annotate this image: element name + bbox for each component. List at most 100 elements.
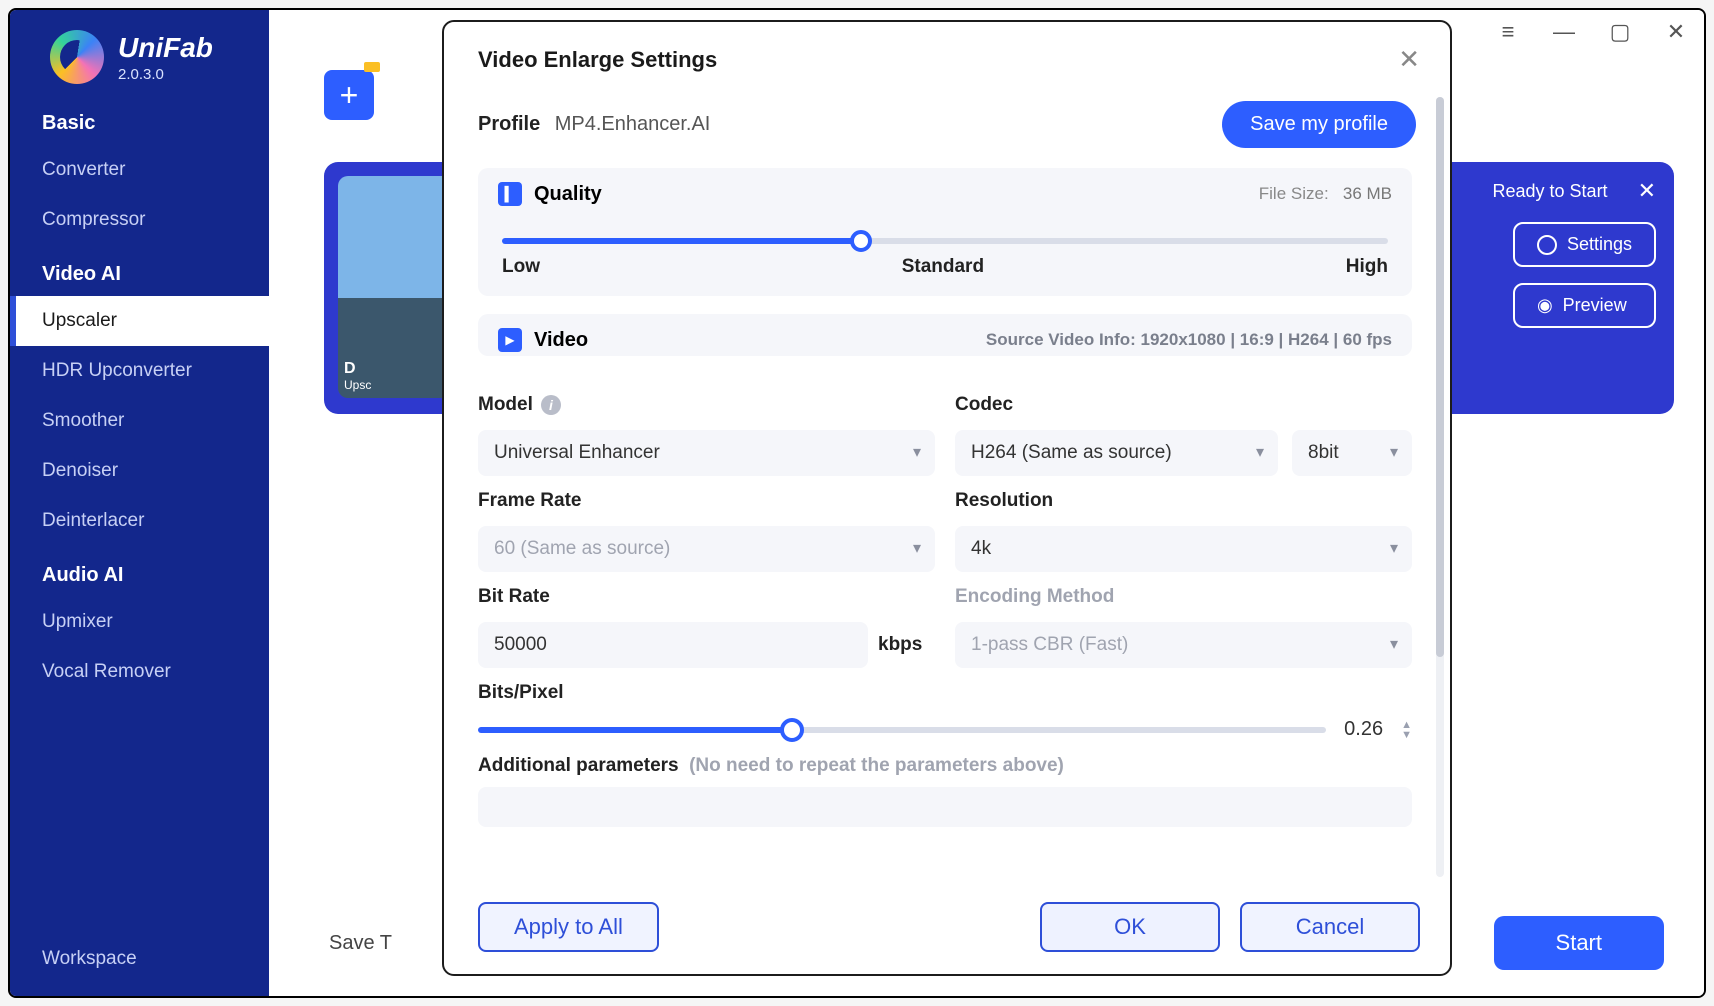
ready-label: Ready to Start bbox=[1493, 181, 1608, 202]
save-profile-button[interactable]: Save my profile bbox=[1222, 101, 1416, 148]
bits-per-pixel-slider[interactable]: 0.26 ▲▼ bbox=[478, 718, 1412, 741]
video-head: ▶ Video Source Video Info: 1920x1080 | 1… bbox=[498, 328, 1392, 352]
resolution-select[interactable]: 4k bbox=[955, 526, 1412, 572]
encoding-select[interactable]: 1-pass CBR (Fast) bbox=[955, 622, 1412, 668]
bpp-value: 0.26 bbox=[1344, 718, 1383, 741]
card-buttons: Settings ◉ Preview bbox=[1513, 222, 1656, 328]
addl-label: Additional parameters bbox=[478, 755, 679, 776]
video-title: Video bbox=[534, 329, 588, 352]
sidebar-item-denoiser[interactable]: Denoiser bbox=[10, 446, 269, 496]
sidebar-heading-videoai: Video AI bbox=[10, 245, 269, 296]
bitdepth-select[interactable]: 8bit bbox=[1292, 430, 1412, 476]
bitrate-row: 50000 kbps bbox=[478, 622, 935, 668]
sidebar: UniFab 2.0.3.0 Basic Converter Compresso… bbox=[10, 10, 269, 996]
modal-body: Profile MP4.Enhancer.AI Save my profile … bbox=[444, 93, 1450, 886]
bpp-track bbox=[478, 727, 1326, 733]
settings-button[interactable]: Settings bbox=[1513, 222, 1656, 267]
profile-row: Profile MP4.Enhancer.AI Save my profile bbox=[478, 93, 1434, 168]
play-icon: ▶ bbox=[498, 328, 522, 352]
additional-parameters: Additional parameters (No need to repeat… bbox=[478, 755, 1412, 827]
codec-label: Codec bbox=[955, 394, 1412, 416]
sidebar-heading-audioai: Audio AI bbox=[10, 546, 269, 597]
quality-high: High bbox=[1346, 256, 1388, 278]
framerate-select[interactable]: 60 (Same as source) bbox=[478, 526, 935, 572]
bpp-stepper[interactable]: ▲▼ bbox=[1401, 720, 1412, 740]
file-size: File Size: 36 MB bbox=[1259, 184, 1392, 204]
quality-slider[interactable]: Low Standard High bbox=[498, 206, 1392, 282]
app-logo-icon bbox=[50, 30, 104, 84]
resolution-label: Resolution bbox=[955, 490, 1412, 512]
video-form: Modeli Codec Universal Enhancer H264 (Sa… bbox=[478, 374, 1412, 827]
save-to-label: Save T bbox=[329, 932, 392, 955]
sidebar-item-workspace[interactable]: Workspace bbox=[10, 934, 269, 996]
quality-low: Low bbox=[502, 256, 540, 278]
profile-value: MP4.Enhancer.AI bbox=[555, 113, 711, 135]
modal-header: Video Enlarge Settings ✕ bbox=[444, 22, 1450, 93]
quality-standard: Standard bbox=[902, 256, 984, 278]
quality-track bbox=[502, 238, 1388, 244]
app-window: UniFab 2.0.3.0 Basic Converter Compresso… bbox=[8, 8, 1706, 998]
sidebar-item-hdr-upconverter[interactable]: HDR Upconverter bbox=[10, 346, 269, 396]
app-name: UniFab bbox=[118, 32, 213, 64]
logo-block: UniFab 2.0.3.0 bbox=[10, 30, 269, 94]
start-button[interactable]: Start bbox=[1494, 916, 1664, 970]
video-enlarge-settings-modal: Video Enlarge Settings ✕ Profile MP4.Enh… bbox=[442, 20, 1452, 976]
source-video-info: Source Video Info: 1920x1080 | 16:9 | H2… bbox=[986, 330, 1392, 350]
card-close-icon[interactable]: ✕ bbox=[1638, 178, 1656, 204]
modal-footer: Apply to All OK Cancel bbox=[444, 886, 1450, 974]
codec-row: H264 (Same as source) 8bit bbox=[955, 430, 1412, 476]
model-label: Modeli bbox=[478, 394, 935, 416]
model-value: Universal Enhancer bbox=[478, 430, 935, 476]
settings-label: Settings bbox=[1567, 234, 1632, 255]
add-button[interactable]: + bbox=[324, 70, 374, 120]
modal-title: Video Enlarge Settings bbox=[478, 47, 717, 73]
encoding-value: 1-pass CBR (Fast) bbox=[955, 622, 1412, 668]
encoding-label: Encoding Method bbox=[955, 586, 1412, 608]
file-size-label: File Size: bbox=[1259, 184, 1329, 203]
framerate-value: 60 (Same as source) bbox=[478, 526, 935, 572]
apply-to-all-button[interactable]: Apply to All bbox=[478, 902, 659, 952]
gear-icon bbox=[1537, 235, 1557, 255]
profile-label: Profile bbox=[478, 113, 540, 135]
stepper-down-icon[interactable]: ▼ bbox=[1401, 730, 1412, 740]
resolution-value: 4k bbox=[955, 526, 1412, 572]
info-icon[interactable]: i bbox=[541, 395, 561, 415]
document-icon: ▍ bbox=[498, 182, 522, 206]
quality-labels: Low Standard High bbox=[502, 256, 1388, 278]
framerate-label: Frame Rate bbox=[478, 490, 935, 512]
ok-button[interactable]: OK bbox=[1040, 902, 1220, 952]
eye-icon: ◉ bbox=[1537, 295, 1553, 316]
preview-button[interactable]: ◉ Preview bbox=[1513, 283, 1656, 328]
codec-select[interactable]: H264 (Same as source) bbox=[955, 430, 1278, 476]
thumb-title: D bbox=[344, 360, 456, 378]
card-status-row: Ready to Start ✕ bbox=[1493, 178, 1657, 204]
sidebar-item-converter[interactable]: Converter bbox=[10, 145, 269, 195]
video-section: ▶ Video Source Video Info: 1920x1080 | 1… bbox=[478, 314, 1412, 356]
quality-section: ▍ Quality File Size: 36 MB Low bbox=[478, 168, 1412, 296]
sidebar-item-upmixer[interactable]: Upmixer bbox=[10, 597, 269, 647]
stepper-up-icon[interactable]: ▲ bbox=[1401, 720, 1412, 730]
thumb-sub: Upsc bbox=[344, 378, 456, 392]
bpp-label: Bits/Pixel bbox=[478, 682, 1412, 704]
quality-title: Quality bbox=[534, 183, 602, 206]
additional-params-input[interactable] bbox=[478, 787, 1412, 827]
model-select[interactable]: Universal Enhancer bbox=[478, 430, 935, 476]
cancel-button[interactable]: Cancel bbox=[1240, 902, 1420, 952]
sidebar-item-deinterlacer[interactable]: Deinterlacer bbox=[10, 496, 269, 546]
modal-close-icon[interactable]: ✕ bbox=[1398, 44, 1420, 75]
sidebar-item-upscaler[interactable]: Upscaler bbox=[10, 296, 269, 346]
sidebar-item-vocal-remover[interactable]: Vocal Remover bbox=[10, 647, 269, 697]
scrollbar-thumb[interactable] bbox=[1436, 97, 1444, 657]
codec-value: H264 (Same as source) bbox=[955, 430, 1278, 476]
bitrate-input[interactable]: 50000 bbox=[478, 622, 868, 668]
bpp-thumb[interactable] bbox=[780, 718, 804, 742]
bitrate-label: Bit Rate bbox=[478, 586, 935, 608]
bitdepth-value: 8bit bbox=[1292, 430, 1412, 476]
sidebar-item-compressor[interactable]: Compressor bbox=[10, 195, 269, 245]
quality-thumb[interactable] bbox=[850, 230, 872, 252]
sidebar-heading-basic: Basic bbox=[10, 94, 269, 145]
bitrate-unit: kbps bbox=[878, 634, 922, 656]
preview-label: Preview bbox=[1563, 295, 1627, 316]
sidebar-item-smoother[interactable]: Smoother bbox=[10, 396, 269, 446]
app-version: 2.0.3.0 bbox=[118, 66, 213, 83]
